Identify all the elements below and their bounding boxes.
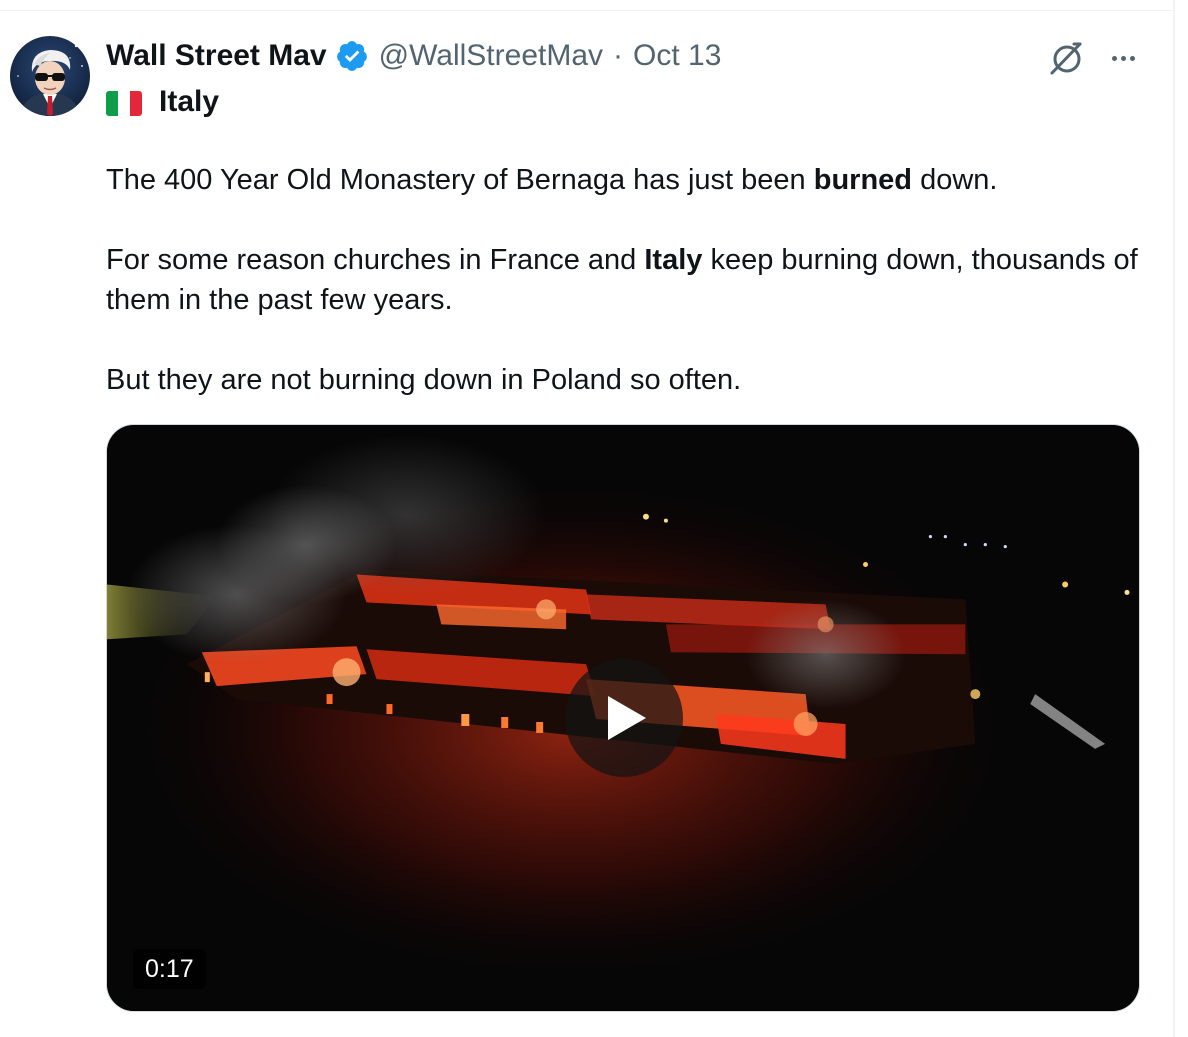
tweet-text: The 400 Year Old Monastery of Bernaga ha… (106, 160, 1146, 400)
location-label[interactable]: Italy (159, 85, 219, 119)
grok-icon[interactable] (1046, 38, 1086, 78)
italy-flag-icon (106, 90, 142, 116)
verified-badge-icon[interactable] (335, 39, 369, 73)
separator-dot: · (613, 39, 624, 72)
next-tweet-preview (106, 1028, 446, 1037)
bold-text: Italy (644, 244, 703, 276)
tweet-page: Wall Street Mav @WallStreetMav · Oct 13 … (0, 0, 1188, 1037)
play-icon (608, 696, 646, 740)
more-options-icon[interactable] (1103, 38, 1143, 78)
video-player[interactable]: 0:17 (106, 424, 1140, 1012)
author-handle[interactable]: @WallStreetMav (379, 39, 603, 73)
tweet-paragraph: But they are not burning down in Poland … (106, 360, 1146, 400)
text-segment: down. (912, 164, 998, 196)
tweet-date[interactable]: Oct 13 (633, 39, 721, 73)
display-name[interactable]: Wall Street Mav (106, 39, 327, 73)
text-segment: But they are not burning down in Poland … (106, 364, 742, 396)
avatar[interactable] (10, 36, 90, 116)
tweet-paragraph: For some reason churches in France and I… (106, 240, 1146, 320)
location-line: Italy (106, 82, 219, 122)
text-segment: For some reason churches in France and (106, 244, 645, 276)
divider (0, 10, 1174, 11)
tweet-paragraph: The 400 Year Old Monastery of Bernaga ha… (106, 160, 1146, 200)
video-duration: 0:17 (133, 949, 206, 989)
play-button[interactable] (565, 659, 683, 777)
tweet-header: Wall Street Mav @WallStreetMav · Oct 13 (106, 36, 721, 76)
text-segment: The 400 Year Old Monastery of Bernaga ha… (106, 164, 814, 196)
bold-text: burned (813, 164, 913, 196)
avatar-image (10, 36, 90, 116)
column-border (1173, 0, 1175, 1037)
